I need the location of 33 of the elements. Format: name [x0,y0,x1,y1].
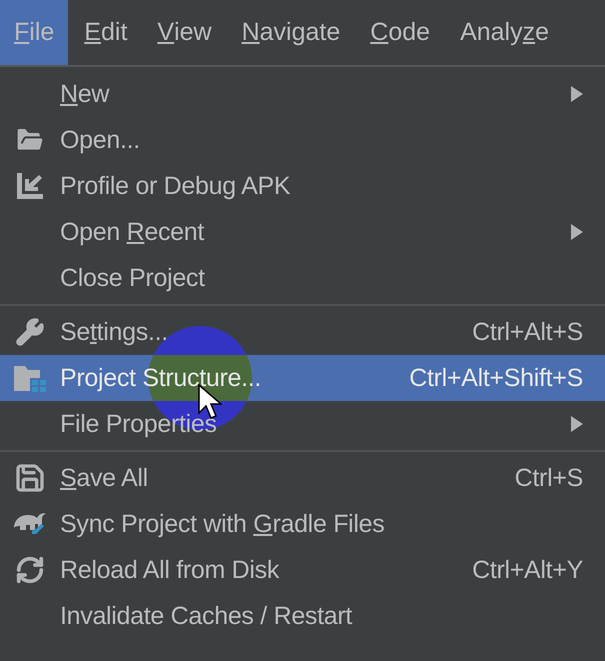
menu-item[interactable]: Reload All from Disk Ctrl+Alt+Y [0,547,605,593]
menu-item-label: Settings... [60,318,169,346]
refresh-icon [15,555,45,585]
arrow-into-corner-icon [15,171,45,201]
menu-item-label: Close Project [60,264,206,292]
shortcut-label: Ctrl+Alt+Y [472,556,583,584]
menu-item[interactable]: Save All Ctrl+S [0,455,605,501]
menu-item[interactable]: Close Project [0,255,605,301]
menu-item-label: Profile or Debug APK [60,172,292,200]
menu-item-label: Sync Project with Gradle Files [60,510,386,538]
shortcut-label: Ctrl+Alt+Shift+S [409,364,583,392]
folder-with-squares-icon [13,363,47,393]
menu-bar-item[interactable]: Edit [70,0,142,65]
menu-item[interactable]: Settings... Ctrl+Alt+S [0,309,605,355]
menu-bar-item[interactable]: Code [356,0,444,65]
menu-item[interactable]: Open Recent [0,209,605,255]
menu-item[interactable]: Invalidate Caches / Restart [0,593,605,639]
menu-item[interactable]: New [0,71,605,117]
menu-item-label: New [60,80,110,108]
shortcut-label: Ctrl+S [514,464,583,492]
menu-item-label: Save All [60,464,149,492]
menu-item-label: Invalidate Caches / Restart [60,602,354,630]
menu-item-label: Reload All from Disk [60,556,280,584]
menu-item[interactable]: Open... [0,117,605,163]
menu-item[interactable]: Sync Project with Gradle Files [0,501,605,547]
wrench-icon [15,317,45,347]
menu-item-label: Open Recent [60,218,206,246]
menu-item-label: Open... [60,126,141,154]
menu-bar-item[interactable]: Navigate [228,0,354,65]
menu-bar-item[interactable]: Analyze [446,0,564,65]
menu-item[interactable]: Profile or Debug APK [0,163,605,209]
shortcut-label: Ctrl+Alt+S [472,318,583,346]
menu-bar-item[interactable]: View [143,0,226,65]
